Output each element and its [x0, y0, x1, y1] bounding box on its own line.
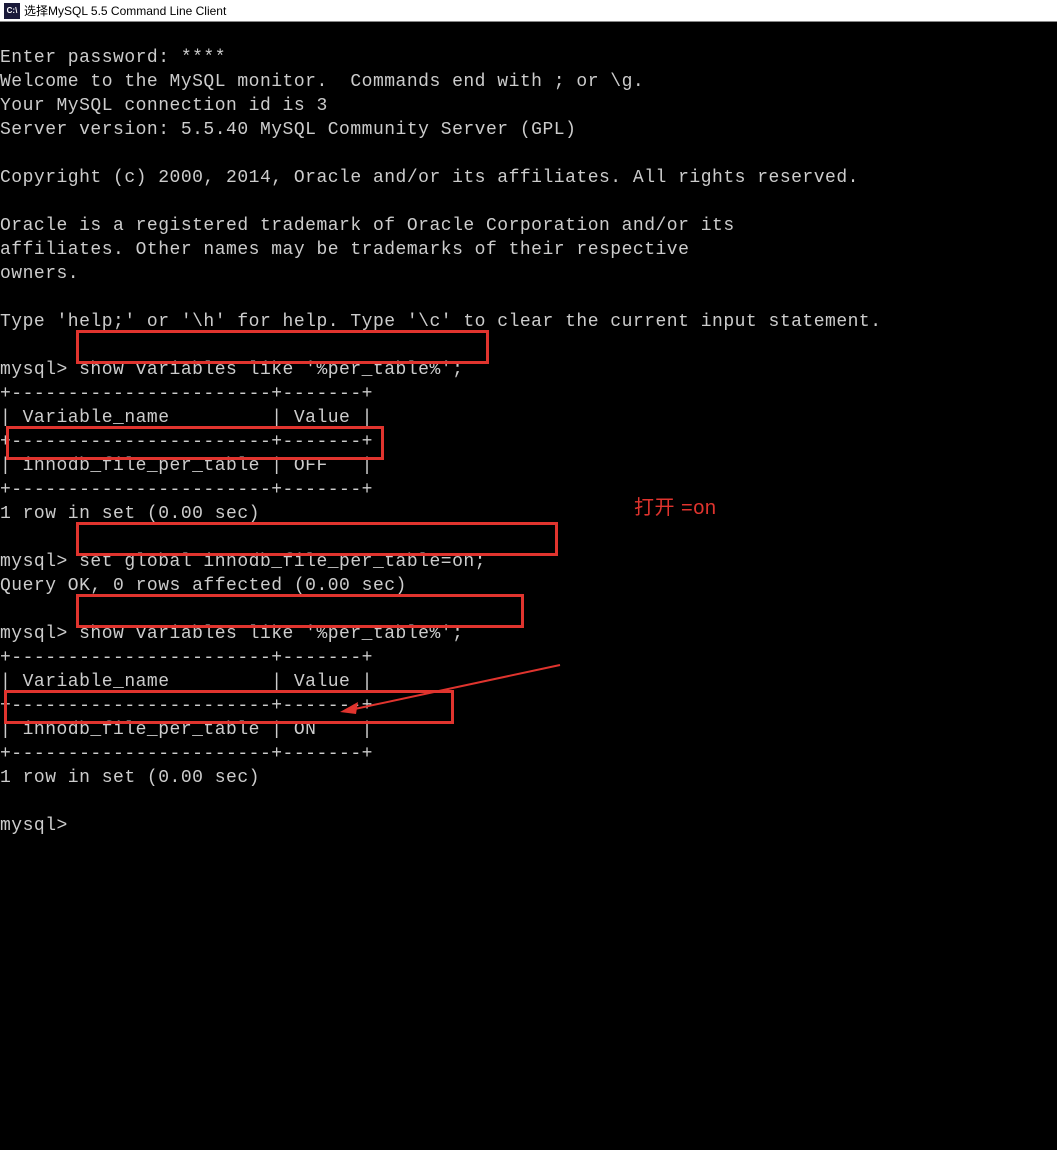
- terminal-line: +-----------------------+-------+: [0, 648, 373, 668]
- terminal-line: | innodb_file_per_table | OFF |: [0, 456, 373, 476]
- terminal-line: +-----------------------+-------+: [0, 384, 373, 404]
- highlight-box-query-1: [76, 330, 489, 364]
- terminal-line: Type 'help;' or '\h' for help. Type '\c'…: [0, 312, 882, 332]
- terminal-line: mysql> set global innodb_file_per_table=…: [0, 552, 486, 572]
- terminal-line: mysql> show variables like '%per_table%'…: [0, 624, 463, 644]
- app-icon: C:\: [4, 3, 20, 19]
- terminal-line: | Variable_name | Value |: [0, 672, 373, 692]
- terminal-line: | innodb_file_per_table | ON |: [0, 720, 373, 740]
- terminal-line: Your MySQL connection id is 3: [0, 96, 328, 116]
- highlight-box-query-3: [76, 594, 524, 628]
- terminal-line: 1 row in set (0.00 sec): [0, 504, 260, 524]
- terminal-line: +-----------------------+-------+: [0, 480, 373, 500]
- annotation-open-on: 打开 =on: [634, 496, 716, 520]
- terminal-line: +-----------------------+-------+: [0, 696, 373, 716]
- window-titlebar[interactable]: C:\ 选择MySQL 5.5 Command Line Client: [0, 0, 1057, 22]
- terminal-line: 1 row in set (0.00 sec): [0, 768, 260, 788]
- terminal-line: owners.: [0, 264, 79, 284]
- terminal-line: Enter password: ****: [0, 48, 226, 68]
- terminal-line: mysql> show variables like '%per_table%'…: [0, 360, 463, 380]
- terminal-line: Oracle is a registered trademark of Orac…: [0, 216, 735, 236]
- terminal-line: Server version: 5.5.40 MySQL Community S…: [0, 120, 576, 140]
- terminal-line: +-----------------------+-------+: [0, 432, 373, 452]
- terminal-line: mysql>: [0, 816, 68, 836]
- highlight-box-query-2: [76, 522, 558, 556]
- terminal-output[interactable]: Enter password: **** Welcome to the MySQ…: [0, 22, 1057, 1150]
- terminal-line: Welcome to the MySQL monitor. Commands e…: [0, 72, 644, 92]
- terminal-line: Query OK, 0 rows affected (0.00 sec): [0, 576, 407, 596]
- terminal-line: affiliates. Other names may be trademark…: [0, 240, 689, 260]
- terminal-line: | Variable_name | Value |: [0, 408, 373, 428]
- terminal-line: Copyright (c) 2000, 2014, Oracle and/or …: [0, 168, 859, 188]
- terminal-line: +-----------------------+-------+: [0, 744, 373, 764]
- window-title: 选择MySQL 5.5 Command Line Client: [24, 2, 226, 19]
